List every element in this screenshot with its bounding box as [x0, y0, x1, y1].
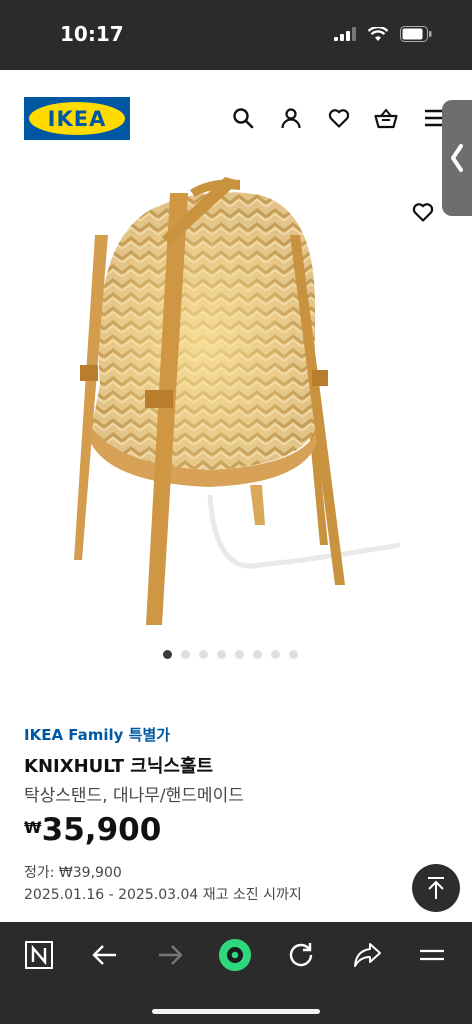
- carousel-dot[interactable]: [163, 650, 172, 659]
- image-carousel-dots: [163, 650, 298, 659]
- basket-icon[interactable]: [374, 106, 398, 130]
- product-image[interactable]: [50, 165, 420, 645]
- favorite-heart-icon[interactable]: [411, 200, 435, 224]
- side-drawer-tab[interactable]: [442, 100, 472, 216]
- green-dot-glyph: [218, 938, 252, 972]
- forward-arrow-glyph: [159, 945, 183, 965]
- naver-n-glyph: [25, 941, 53, 969]
- home-indicator: [152, 1009, 320, 1014]
- scroll-to-top-button[interactable]: [412, 864, 460, 912]
- share-glyph: [354, 943, 381, 967]
- forward-arrow-icon[interactable]: [153, 938, 187, 972]
- site-header: IKEA: [0, 70, 472, 180]
- back-arrow-icon[interactable]: [88, 938, 122, 972]
- product-name: KNIXHULT 크닉스훌트: [24, 756, 214, 777]
- product-price: ₩ 35,900: [24, 812, 161, 848]
- carousel-dot[interactable]: [289, 650, 298, 659]
- price-currency: ₩: [24, 818, 42, 837]
- family-price-label: IKEA Family 특별가: [24, 726, 171, 744]
- browser-toolbar: [0, 922, 472, 1024]
- reload-glyph: [289, 943, 313, 967]
- carousel-dot[interactable]: [271, 650, 280, 659]
- carousel-dot[interactable]: [199, 650, 208, 659]
- carousel-dot[interactable]: [181, 650, 190, 659]
- carousel-dot[interactable]: [235, 650, 244, 659]
- regular-price: 정가: ₩39,900: [24, 865, 122, 881]
- status-bar: 10:17: [0, 0, 472, 70]
- product-description: 탁상스탠드, 대나무/핸드메이드: [24, 786, 244, 806]
- battery-icon: [400, 26, 432, 42]
- menu-glyph: [420, 949, 444, 961]
- promotion-period: 2025.01.16 - 2025.03.04 재고 소진 시까지: [24, 887, 302, 903]
- search-icon[interactable]: [231, 106, 255, 130]
- status-icons: [334, 26, 432, 42]
- ikea-logo-text: IKEA: [29, 102, 125, 135]
- ikea-logo[interactable]: IKEA: [24, 97, 130, 140]
- back-arrow-glyph: [92, 945, 116, 965]
- status-time: 10:17: [60, 22, 124, 46]
- arrow-up-icon: [428, 877, 444, 899]
- share-icon[interactable]: [350, 938, 384, 972]
- menu-icon[interactable]: [415, 938, 449, 972]
- user-icon[interactable]: [279, 106, 303, 130]
- reload-icon[interactable]: [284, 938, 318, 972]
- price-amount: 35,900: [41, 812, 162, 848]
- green-dot-icon[interactable]: [218, 938, 252, 972]
- naver-n-icon[interactable]: [22, 938, 56, 972]
- heart-icon[interactable]: [327, 106, 351, 130]
- cellular-signal-icon: [334, 27, 356, 41]
- wifi-icon: [368, 26, 388, 41]
- carousel-dot[interactable]: [217, 650, 226, 659]
- carousel-dot[interactable]: [253, 650, 262, 659]
- chevron-left-icon: [451, 144, 463, 172]
